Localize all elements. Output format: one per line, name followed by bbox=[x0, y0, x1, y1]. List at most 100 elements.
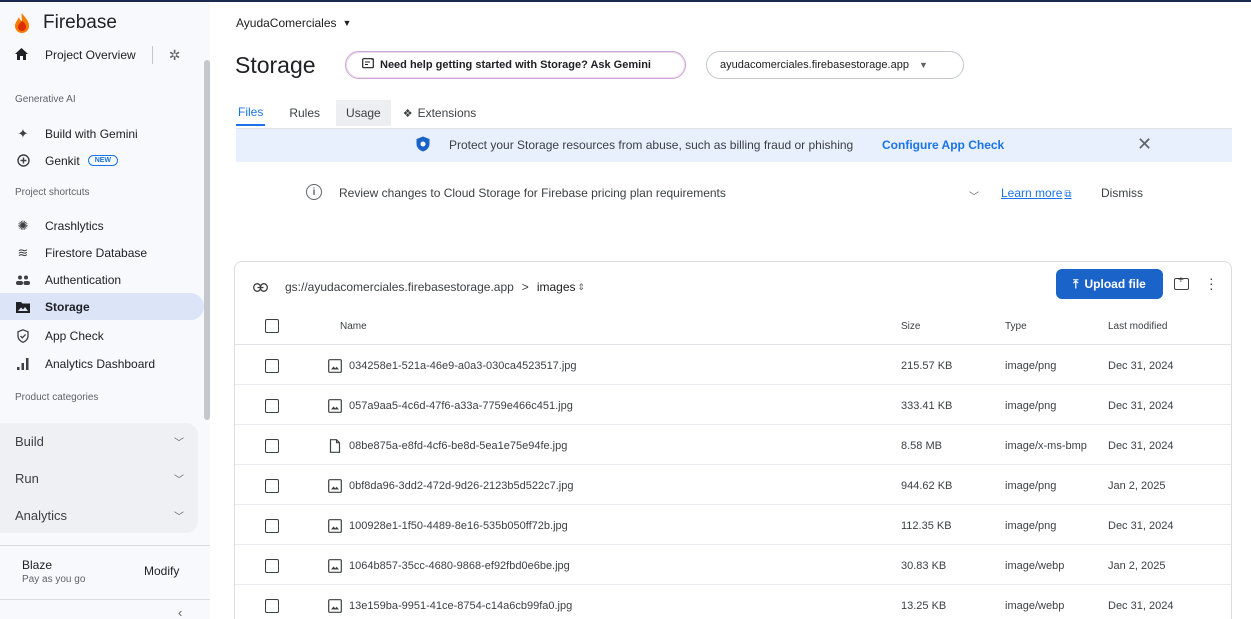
file-name[interactable]: 0bf8da96-3dd2-472d-9d26-2123b5d522c7.jpg bbox=[349, 480, 573, 492]
configure-app-check-link[interactable]: Configure App Check bbox=[882, 138, 1004, 152]
row-checkbox[interactable] bbox=[265, 359, 279, 373]
file-size: 13.25 KB bbox=[901, 600, 947, 612]
row-checkbox[interactable] bbox=[265, 599, 279, 613]
sort-icon[interactable]: ⇕ bbox=[578, 282, 586, 293]
chevron-down-icon: ﹀ bbox=[174, 474, 184, 486]
pricing-banner-text: Review changes to Cloud Storage for Fire… bbox=[339, 186, 726, 200]
category-build[interactable]: Build ﹀ bbox=[0, 423, 198, 459]
project-overview[interactable]: Project Overview ✲ bbox=[15, 46, 195, 64]
new-folder-icon[interactable] bbox=[1174, 275, 1189, 290]
row-checkbox[interactable] bbox=[265, 399, 279, 413]
sidebar-item-firestore[interactable]: ≋ Firestore Database bbox=[0, 239, 204, 266]
section-generative-ai: Generative AI bbox=[15, 94, 76, 105]
file-last-modified: Dec 31, 2024 bbox=[1108, 520, 1174, 532]
row-checkbox[interactable] bbox=[265, 479, 279, 493]
sidebar-item-build-with-gemini[interactable]: ✦ Build with Gemini bbox=[0, 120, 204, 147]
link-icon[interactable] bbox=[253, 279, 268, 296]
genkit-icon bbox=[15, 154, 31, 167]
ask-gemini-button[interactable]: Need help getting started with Storage? … bbox=[345, 51, 686, 79]
plan-description: Pay as you go bbox=[22, 574, 86, 585]
column-header-size[interactable]: Size bbox=[901, 321, 920, 332]
plan-name: Blaze bbox=[22, 558, 53, 572]
file-size: 333.41 KB bbox=[901, 400, 953, 412]
file-name[interactable]: 057a9aa5-4c6d-47f6-a33a-7759e466c451.jpg bbox=[349, 400, 573, 412]
chevron-down-icon: ﹀ bbox=[174, 437, 184, 449]
gear-icon[interactable]: ✲ bbox=[169, 47, 181, 64]
caret-down-icon: ▼ bbox=[342, 18, 352, 28]
file-name[interactable]: 100928e1-1f50-4489-8e16-535b050ff72b.jpg bbox=[349, 520, 568, 532]
breadcrumb-current[interactable]: images bbox=[537, 280, 576, 294]
sidebar-item-app-check[interactable]: App Check bbox=[0, 322, 204, 349]
sparkle-icon: ✦ bbox=[17, 125, 29, 141]
project-name: AyudaComerciales bbox=[236, 16, 337, 30]
upload-file-button[interactable]: ⤒ Upload file bbox=[1056, 269, 1163, 299]
sidebar-item-label: Authentication bbox=[45, 272, 122, 287]
row-checkbox[interactable] bbox=[265, 439, 279, 453]
tab-rules[interactable]: Rules bbox=[289, 100, 320, 126]
modify-plan-button[interactable]: Modify bbox=[144, 564, 179, 578]
more-options-icon[interactable]: · · · bbox=[1209, 271, 1214, 295]
sidebar-item-crashlytics[interactable]: ✺ Crashlytics bbox=[0, 212, 204, 239]
brand[interactable]: Firebase bbox=[15, 12, 117, 34]
column-header-last-modified[interactable]: Last modified bbox=[1108, 321, 1167, 332]
file-size: 8.58 MB bbox=[901, 440, 942, 452]
close-icon[interactable]: ✕ bbox=[1137, 134, 1152, 155]
file-type: image/x-ms-bmp bbox=[1005, 440, 1087, 452]
billing-plan: Blaze Pay as you go bbox=[22, 558, 85, 585]
sidebar-item-genkit[interactable]: Genkit NEW bbox=[0, 147, 204, 174]
file-name[interactable]: 1064b857-35cc-4680-9868-ef92fbd0e6be.jpg bbox=[349, 560, 570, 572]
category-run[interactable]: Run ﹀ bbox=[0, 460, 198, 496]
select-all-checkbox[interactable] bbox=[265, 319, 279, 333]
file-last-modified: Dec 31, 2024 bbox=[1108, 360, 1174, 372]
brand-name: Firebase bbox=[43, 12, 117, 33]
external-link-icon: ⧉ bbox=[1064, 189, 1072, 200]
file-name[interactable]: 08be875a-e8fd-4cf6-be8d-5ea1e75e94fe.jpg bbox=[349, 440, 567, 452]
collapse-sidebar-icon[interactable]: ‹ bbox=[178, 605, 182, 619]
category-analytics[interactable]: Analytics ﹀ bbox=[0, 497, 198, 533]
image-file-icon bbox=[328, 399, 342, 413]
file-type: image/webp bbox=[1005, 600, 1065, 612]
sidebar-item-label: Build with Gemini bbox=[45, 126, 138, 141]
category-label: Build bbox=[15, 433, 44, 449]
firebase-flame-icon bbox=[15, 13, 29, 33]
row-checkbox[interactable] bbox=[265, 519, 279, 533]
sidebar-item-storage[interactable]: Storage bbox=[0, 293, 204, 320]
file-name[interactable]: 13e159ba-9951-41ce-8754-c14a6cb99fa0.jpg bbox=[349, 600, 572, 612]
dismiss-button[interactable]: Dismiss bbox=[1101, 186, 1143, 200]
bucket-selector[interactable]: ayudacomerciales.firebasestorage.app ▼ bbox=[706, 51, 964, 79]
sidebar-item-label: Firestore Database bbox=[45, 245, 148, 260]
new-badge: NEW bbox=[87, 155, 119, 166]
file-name[interactable]: 034258e1-521a-46e9-a0a3-030ca4523517.jpg bbox=[349, 360, 577, 372]
column-header-type[interactable]: Type bbox=[1005, 321, 1027, 332]
sidebar-item-label: Crashlytics bbox=[45, 218, 104, 233]
sidebar-item-label: Storage bbox=[45, 299, 90, 314]
sidebar-item-authentication[interactable]: Authentication bbox=[0, 266, 204, 293]
column-header-name[interactable]: Name bbox=[340, 321, 367, 332]
gemini-chat-icon bbox=[362, 57, 374, 73]
breadcrumb-root[interactable]: gs://ayudacomerciales.firebasestorage.ap… bbox=[285, 280, 514, 294]
divider bbox=[0, 545, 210, 546]
tab-extensions-label: Extensions bbox=[417, 106, 477, 120]
breadcrumb-separator: > bbox=[521, 280, 529, 294]
file-last-modified: Jan 2, 2025 bbox=[1108, 480, 1166, 492]
tab-usage[interactable]: Usage bbox=[336, 100, 391, 126]
people-icon bbox=[15, 275, 31, 285]
chevron-down-icon[interactable]: ﹀ bbox=[969, 188, 979, 203]
sidebar-scrollbar[interactable] bbox=[204, 60, 210, 420]
project-selector[interactable]: AyudaComerciales ▼ bbox=[236, 16, 351, 30]
tab-files[interactable]: Files bbox=[236, 100, 266, 126]
sidebar-item-analytics-dashboard[interactable]: Analytics Dashboard bbox=[0, 350, 204, 377]
file-icon bbox=[329, 439, 341, 453]
table-header bbox=[235, 310, 1231, 345]
bucket-name: ayudacomerciales.firebasestorage.app bbox=[720, 59, 909, 71]
row-checkbox[interactable] bbox=[265, 559, 279, 573]
image-file-icon bbox=[328, 479, 342, 493]
firestore-icon: ≋ bbox=[17, 244, 29, 260]
file-type: image/png bbox=[1005, 360, 1057, 372]
learn-more-link[interactable]: Learn more ⧉ bbox=[1001, 186, 1072, 200]
file-last-modified: Dec 31, 2024 bbox=[1108, 440, 1174, 452]
shield-icon bbox=[416, 136, 430, 152]
project-overview-label: Project Overview bbox=[45, 48, 136, 62]
image-file-icon bbox=[328, 599, 342, 613]
tab-extensions[interactable]: ❖ Extensions bbox=[403, 100, 477, 126]
